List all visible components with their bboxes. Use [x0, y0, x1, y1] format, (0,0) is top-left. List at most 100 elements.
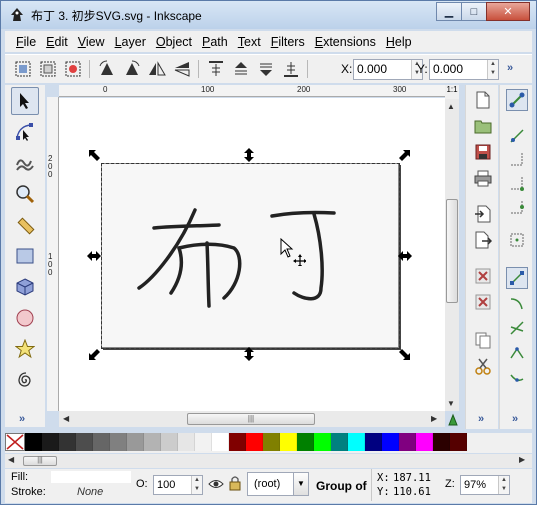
toolbox-more-button[interactable]: »: [19, 413, 25, 425]
palette-scroll-right-icon[interactable]: ▶: [519, 455, 525, 464]
palette-swatch[interactable]: [297, 433, 314, 451]
opacity-spin-arrows[interactable]: ▲ ▼: [191, 476, 202, 494]
palette-swatch[interactable]: [382, 433, 399, 451]
palette-swatch[interactable]: [450, 433, 467, 451]
palette-swatch[interactable]: [280, 433, 297, 451]
save-icon[interactable]: [472, 141, 494, 163]
menu-object[interactable]: Object: [151, 35, 197, 49]
scale-handle-e[interactable]: [398, 249, 412, 263]
flip-vertical-icon[interactable]: [172, 59, 192, 79]
no-paint-swatch[interactable]: [5, 433, 25, 451]
snap-enable-icon[interactable]: [506, 89, 528, 111]
menu-layer[interactable]: Layer: [110, 35, 151, 49]
rotate-cw-icon[interactable]: [122, 59, 142, 79]
palette-swatch[interactable]: [127, 433, 144, 451]
menu-path[interactable]: Path: [197, 35, 233, 49]
palette-swatch[interactable]: [195, 433, 212, 451]
palette-swatch[interactable]: [59, 433, 76, 451]
select-all-layers-icon[interactable]: [38, 59, 58, 79]
rect-tool-icon[interactable]: [11, 242, 39, 270]
zoom-tool-icon[interactable]: [11, 180, 39, 208]
snap-paths-icon[interactable]: [506, 293, 528, 315]
stroke-value[interactable]: None: [77, 486, 103, 498]
snap-bbox-center-icon[interactable]: [506, 229, 528, 251]
import-icon[interactable]: [472, 203, 494, 225]
commands-more-button[interactable]: »: [478, 413, 484, 425]
palette-swatch[interactable]: [229, 433, 246, 451]
vertical-scroll-thumb[interactable]: [446, 199, 458, 303]
snap-path-intersection-icon[interactable]: [506, 317, 528, 339]
cut-icon[interactable]: [472, 355, 494, 377]
palette-swatch[interactable]: [331, 433, 348, 451]
raise-to-top-icon[interactable]: [206, 59, 226, 79]
lower-icon[interactable]: [256, 59, 276, 79]
zoom-corner-button[interactable]: 1:1: [445, 85, 459, 99]
menu-text[interactable]: Text: [233, 35, 266, 49]
star-tool-icon[interactable]: [11, 335, 39, 363]
palette-swatch[interactable]: [25, 433, 42, 451]
palette-swatch[interactable]: [416, 433, 433, 451]
rotate-ccw-icon[interactable]: [97, 59, 117, 79]
scale-handle-n[interactable]: [242, 148, 256, 162]
snap-bbox-midpoint-icon[interactable]: [506, 197, 528, 219]
palette-swatch[interactable]: [144, 433, 161, 451]
menu-help[interactable]: Help: [381, 35, 417, 49]
snap-smooth-nodes-icon[interactable]: [506, 367, 528, 389]
fill-indicator[interactable]: [51, 471, 131, 483]
lock-icon[interactable]: [229, 475, 241, 491]
x-input[interactable]: 0.000 ▲ ▼: [353, 59, 423, 80]
deselect-icon[interactable]: [63, 59, 83, 79]
palette-scrollbar[interactable]: ◀ ||| ▶: [5, 454, 532, 468]
undo-icon[interactable]: [472, 265, 494, 287]
palette-swatch[interactable]: [365, 433, 382, 451]
scroll-up-arrow-icon[interactable]: ▲: [447, 102, 455, 111]
menu-filters[interactable]: Filters: [266, 35, 310, 49]
print-icon[interactable]: [472, 167, 494, 189]
new-document-icon[interactable]: [472, 89, 494, 111]
palette-swatch[interactable]: [399, 433, 416, 451]
zoom-input[interactable]: 97% ▲ ▼: [460, 475, 510, 495]
palette-swatch[interactable]: [110, 433, 127, 451]
vertical-scrollbar[interactable]: ▲ ▼: [445, 99, 459, 411]
flip-horizontal-icon[interactable]: [147, 59, 167, 79]
palette-swatch[interactable]: [93, 433, 110, 451]
horizontal-scrollbar[interactable]: ◀ ||| ▶: [59, 411, 445, 427]
snap-nodes-icon[interactable]: [506, 267, 528, 289]
palette-scroll-thumb[interactable]: |||: [23, 456, 57, 466]
scale-handle-sw[interactable]: [88, 347, 102, 361]
3dbox-tool-icon[interactable]: [11, 273, 39, 301]
palette-swatch[interactable]: [433, 433, 450, 451]
palette-swatch[interactable]: [348, 433, 365, 451]
horizontal-scroll-thumb[interactable]: |||: [187, 413, 315, 425]
node-tool-icon[interactable]: [11, 118, 39, 146]
redo-icon[interactable]: [472, 291, 494, 313]
scale-handle-se[interactable]: [397, 347, 411, 361]
menu-view[interactable]: View: [73, 35, 110, 49]
select-all-icon[interactable]: [13, 59, 33, 79]
palette-swatch[interactable]: [314, 433, 331, 451]
toolbar-more-button[interactable]: »: [507, 62, 513, 74]
snap-bbox-edge-icon[interactable]: [506, 149, 528, 171]
color-management-icon[interactable]: [447, 413, 459, 427]
y-input[interactable]: 0.000 ▲ ▼: [429, 59, 499, 80]
raise-icon[interactable]: [231, 59, 251, 79]
minimize-button[interactable]: ▁: [436, 2, 462, 21]
scale-handle-ne[interactable]: [397, 149, 411, 163]
toggle-visibility-eye-icon[interactable]: [208, 477, 224, 491]
palette-swatch[interactable]: [161, 433, 178, 451]
palette-swatch[interactable]: [246, 433, 263, 451]
layer-dropdown-arrow-icon[interactable]: ▼: [293, 472, 309, 496]
current-layer-dropdown[interactable]: (root) ▼: [247, 472, 309, 496]
copy-icon[interactable]: [472, 329, 494, 351]
snap-bbox-icon[interactable]: [506, 125, 528, 147]
drawing-canvas[interactable]: [59, 98, 445, 411]
ellipse-tool-icon[interactable]: [11, 304, 39, 332]
palette-swatch[interactable]: [76, 433, 93, 451]
palette-swatch[interactable]: [263, 433, 280, 451]
opacity-input[interactable]: 100 ▲ ▼: [153, 475, 203, 495]
snap-bbox-corner-icon[interactable]: [506, 173, 528, 195]
palette-swatch[interactable]: [42, 433, 59, 451]
palette-scroll-left-icon[interactable]: ◀: [8, 455, 14, 464]
measure-tool-icon[interactable]: [11, 211, 39, 239]
scroll-down-arrow-icon[interactable]: ▼: [447, 399, 455, 408]
